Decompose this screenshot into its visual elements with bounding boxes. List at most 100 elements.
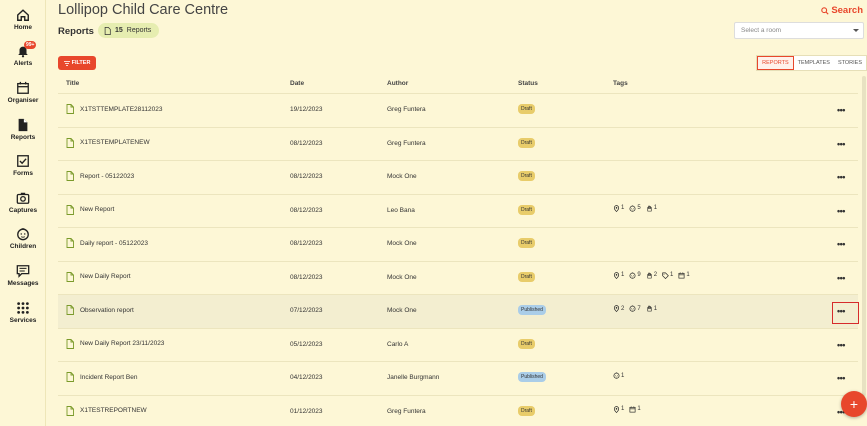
- document-icon: [18, 118, 28, 132]
- report-author: Greg Funtera: [387, 106, 426, 113]
- report-title-cell[interactable]: X1TSTTEMPLATE28112023: [66, 104, 163, 114]
- report-author: Mock One: [387, 273, 417, 281]
- document-icon: [66, 104, 74, 114]
- hand-icon: [647, 272, 652, 278]
- more-options-icon[interactable]: •••: [837, 239, 845, 249]
- nav-item-children[interactable]: Children: [0, 227, 46, 261]
- table-row[interactable]: New Daily Report 08/12/2023 Mock One Draft 1…: [58, 260, 858, 295]
- tag-count-value: 2: [621, 305, 625, 312]
- tag-count: 1: [613, 405, 624, 413]
- report-date: 08/12/2023: [290, 173, 323, 180]
- app-title: Lollipop Child Care Centre: [58, 2, 229, 18]
- tab-templates[interactable]: TEMPLATES: [794, 56, 834, 70]
- table-row[interactable]: New Report 08/12/2023 Leo Bana Draft 1 5 1 •••: [58, 193, 858, 228]
- nav-item-home[interactable]: Home: [0, 8, 46, 42]
- tag-count: 1: [646, 305, 657, 312]
- nav-label: Captures: [8, 207, 38, 214]
- add-report-button[interactable]: +: [841, 391, 867, 417]
- report-date: 08/12/2023: [290, 273, 323, 281]
- status-badge: Draft: [518, 338, 535, 349]
- nav-item-reports[interactable]: Reports: [0, 118, 46, 152]
- report-author: Janelle Burgmann: [387, 374, 440, 381]
- tags-cell: 11: [613, 405, 641, 413]
- home-icon: [17, 9, 29, 21]
- message-icon: [16, 265, 30, 278]
- more-options-icon[interactable]: •••: [837, 273, 845, 283]
- more-options-icon[interactable]: •••: [837, 340, 845, 350]
- table-row[interactable]: X1TESTEMPLATENEW 08/12/2023 Greg Funtera Dr…: [58, 126, 858, 161]
- report-title-cell[interactable]: Observation report: [66, 305, 134, 315]
- report-title-cell[interactable]: X1TESTEMPLATENEW: [66, 137, 150, 148]
- table-row[interactable]: X1TSTTEMPLATE28112023 19/12/2023 Greg Funt…: [58, 93, 858, 127]
- report-title-cell[interactable]: X1TESTREPORTNEW: [66, 405, 147, 416]
- nav-item-messages[interactable]: Messages: [0, 264, 46, 298]
- tag-count-value: 1: [653, 205, 658, 211]
- table-row[interactable]: X1TESTREPORTNEW 01/12/2023 Greg Funtera Dra…: [58, 394, 858, 426]
- more-options-icon[interactable]: •••: [837, 105, 845, 115]
- tag-count: 1: [613, 204, 625, 212]
- hand-icon: [647, 305, 652, 312]
- tag-count-value: 2: [653, 272, 658, 278]
- search-button[interactable]: Search: [821, 5, 863, 16]
- table-row[interactable]: Report - 05122023 08/12/2023 Mock One Draft…: [58, 160, 858, 194]
- tag-count-value: 7: [637, 305, 641, 312]
- tag-count: 5: [629, 205, 641, 212]
- view-tabs: REPORTS TEMPLATES STORIES: [756, 55, 867, 71]
- status-badge: Published: [518, 305, 546, 315]
- report-title: Observation report: [80, 306, 134, 314]
- tag-count-value: 1: [637, 406, 641, 412]
- document-icon: [66, 238, 74, 248]
- nav-label: Services: [9, 317, 37, 324]
- report-title-cell[interactable]: Daily report - 05122023: [66, 238, 148, 248]
- report-title-cell[interactable]: Incident Report Ben: [66, 372, 137, 382]
- status-cell: Draft: [518, 238, 535, 248]
- column-tags: Tags: [613, 80, 628, 87]
- report-date: 01/12/2023: [290, 407, 323, 415]
- document-icon: [66, 137, 74, 148]
- status-cell: Draft: [518, 338, 535, 349]
- child-icon: [17, 228, 29, 241]
- tab-stories[interactable]: STORIES: [834, 56, 866, 70]
- tag-count-value: 1: [686, 272, 690, 278]
- report-title-cell[interactable]: Report - 05122023: [66, 171, 134, 181]
- column-date: Date: [290, 80, 305, 87]
- tab-reports[interactable]: REPORTS: [757, 56, 794, 70]
- table-row[interactable]: Daily report - 05122023 08/12/2023 Mock On…: [58, 227, 858, 261]
- report-count-label: Reports: [126, 27, 152, 34]
- report-author: Greg Funtera: [387, 139, 426, 147]
- nav-item-alerts[interactable]: 99+ Alerts: [0, 41, 46, 78]
- more-options-icon[interactable]: •••: [837, 172, 845, 182]
- nav-label: Alerts: [13, 60, 33, 67]
- tags-cell: 1: [613, 372, 624, 379]
- status-badge: Draft: [518, 405, 535, 416]
- more-options-icon[interactable]: •••: [837, 373, 845, 383]
- report-title-cell[interactable]: New Daily Report 23/11/2023: [66, 338, 164, 349]
- tag-count: 1: [678, 271, 690, 279]
- more-options-icon[interactable]: •••: [837, 206, 845, 216]
- reports-table: Title Date Author Status Tags X1TSTTEMPL…: [58, 76, 859, 426]
- camera-icon: [16, 192, 30, 204]
- more-options-icon[interactable]: •••: [837, 306, 845, 316]
- report-title: New Report: [80, 206, 115, 213]
- nav-item-forms[interactable]: Forms: [0, 154, 46, 188]
- table-row[interactable]: Observation report 07/12/2023 Mock One Publ…: [58, 294, 859, 328]
- tag-count-value: 9: [637, 272, 641, 278]
- nav-item-services[interactable]: Services: [0, 301, 46, 335]
- report-title: Incident Report Ben: [80, 373, 138, 381]
- report-title-cell[interactable]: New Report: [66, 204, 115, 215]
- tag-count-value: 1: [653, 305, 658, 312]
- report-title-cell[interactable]: New Daily Report: [66, 271, 131, 282]
- document-icon: [66, 171, 74, 181]
- more-options-icon[interactable]: •••: [837, 139, 845, 149]
- pin-icon: [613, 305, 620, 312]
- nav-item-captures[interactable]: Captures: [0, 191, 46, 225]
- room-select[interactable]: Select a room: [734, 22, 864, 39]
- tag-count-value: 1: [621, 205, 625, 211]
- filter-button[interactable]: FILTER: [58, 56, 96, 70]
- report-date: 19/12/2023: [290, 106, 323, 113]
- scrollbar[interactable]: [862, 76, 866, 396]
- table-row[interactable]: New Daily Report 23/11/2023 05/12/2023 Car…: [58, 327, 858, 362]
- table-row[interactable]: Incident Report Ben 04/12/2023 Janelle Bur…: [58, 361, 858, 395]
- nav-item-organiser[interactable]: Organiser: [0, 81, 46, 115]
- sidebar: Home 99+ Alerts Organiser Reports Forms Captur…: [0, 0, 46, 426]
